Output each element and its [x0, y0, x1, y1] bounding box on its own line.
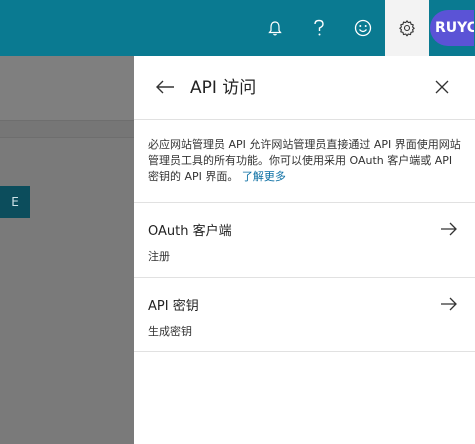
- settings-button[interactable]: [385, 0, 429, 56]
- background-content: [0, 138, 134, 444]
- api-access-panel: API 访问 必应网站管理员 API 允许网站管理员直接通过 API 界面使用网…: [134, 56, 475, 444]
- panel-description: 必应网站管理员 API 允许网站管理员直接通过 API 界面使用网站管理员工具的…: [148, 137, 464, 185]
- api-key-subtitle: 生成密钥: [148, 325, 192, 338]
- arrow-right-icon: [438, 219, 460, 239]
- close-button[interactable]: [430, 76, 454, 100]
- arrow-right-icon: [438, 294, 460, 314]
- learn-more-link[interactable]: 了解更多: [242, 170, 286, 183]
- panel-title: API 访问: [190, 78, 257, 98]
- feedback-button[interactable]: [341, 0, 385, 56]
- help-icon: [312, 19, 326, 37]
- help-button[interactable]: [297, 0, 341, 56]
- user-avatar[interactable]: RUYC: [430, 10, 474, 46]
- bell-icon: [267, 20, 283, 37]
- background-header: [0, 56, 134, 120]
- oauth-client-title: OAuth 客户端: [148, 224, 232, 239]
- background-button-label: E: [11, 195, 19, 209]
- gear-icon: [398, 19, 416, 37]
- smiley-icon: [354, 19, 372, 37]
- description-text: 必应网站管理员 API 允许网站管理员直接通过 API 界面使用网站管理员工具的…: [148, 138, 461, 183]
- arrow-left-icon: [155, 79, 175, 98]
- api-key-title: API 密钥: [148, 299, 199, 314]
- background-button: E: [0, 186, 30, 218]
- top-bar: RUYC: [0, 0, 475, 56]
- background-divider: [0, 120, 134, 138]
- avatar-initials: RUYC: [435, 20, 474, 36]
- back-button[interactable]: [152, 76, 178, 100]
- api-key-item[interactable]: API 密钥 生成密钥: [134, 277, 475, 352]
- close-icon: [435, 79, 449, 98]
- panel-header: API 访问: [134, 56, 475, 120]
- oauth-client-subtitle: 注册: [148, 250, 170, 263]
- oauth-client-item[interactable]: OAuth 客户端 注册: [134, 202, 475, 277]
- notifications-button[interactable]: [253, 0, 297, 56]
